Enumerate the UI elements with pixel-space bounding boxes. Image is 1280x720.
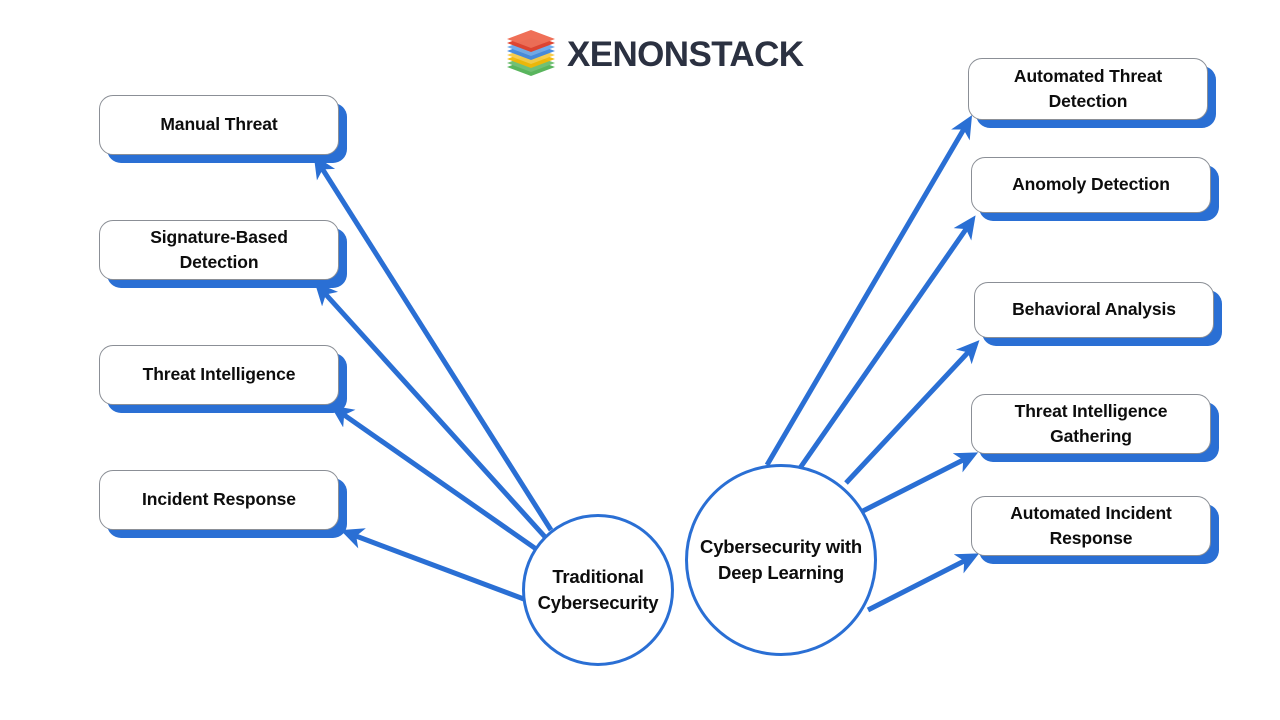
node-threat-intelligence[interactable]: Threat Intelligence xyxy=(99,345,339,405)
node-label-line1: Automated Threat xyxy=(1013,65,1163,86)
arrow-cybersecurity-deep-learning-to-anomoly-detection xyxy=(797,215,976,470)
node-label-line2: Detection xyxy=(179,252,259,272)
node-incident-response[interactable]: Incident Response xyxy=(99,470,339,530)
hub-label-line2: Deep Learning xyxy=(718,562,844,583)
node-label: Manual Threat xyxy=(150,112,287,137)
node-label-line1: Threat Intelligence xyxy=(142,364,296,385)
arrow-traditional-cybersecurity-to-incident-response xyxy=(340,528,546,610)
hub-label: Traditional Cybersecurity xyxy=(532,564,665,617)
node-signature-based-detection[interactable]: Signature-Based Detection xyxy=(99,220,339,280)
node-automated-threat-detection[interactable]: Automated Threat Detection xyxy=(968,58,1208,120)
hub-label-line1: Traditional xyxy=(552,565,644,587)
node-label-line2: Gathering xyxy=(1050,426,1132,446)
diagram-canvas: XENONSTACK Manual Threat Signature-Based… xyxy=(0,0,1280,720)
node-label-line1: Anomoly Detection xyxy=(1012,174,1170,195)
arrow-traditional-cybersecurity-to-threat-intelligence xyxy=(330,405,541,554)
arrow-cybersecurity-deep-learning-to-automated-threat-detection xyxy=(764,115,973,467)
node-label-line1: Threat Intelligence xyxy=(1014,400,1168,421)
arrow-cybersecurity-deep-learning-to-threat-intelligence-gathering xyxy=(853,452,979,518)
node-anomoly-detection[interactable]: Anomoly Detection xyxy=(971,157,1211,213)
node-label-line1: Manual Threat xyxy=(160,114,278,135)
brand-name: XENONSTACK xyxy=(567,34,804,74)
hub-label: Cybersecurity with Deep Learning xyxy=(694,534,868,587)
node-label: Threat Intelligence xyxy=(133,362,306,387)
node-label-line1: Behavioral Analysis xyxy=(1012,299,1176,320)
arrow-traditional-cybersecurity-to-signature-based xyxy=(314,282,548,540)
arrow-cybersecurity-deep-learning-to-behavioral-analysis xyxy=(844,340,980,485)
node-behavioral-analysis[interactable]: Behavioral Analysis xyxy=(974,282,1214,338)
node-label-line1: Incident Response xyxy=(142,489,296,510)
hub-label-line1: Cybersecurity with xyxy=(700,535,862,557)
node-label-line2: Response xyxy=(1049,528,1133,548)
node-label-line2: Detection xyxy=(1048,91,1128,111)
node-label: Anomoly Detection xyxy=(1002,172,1180,197)
node-label: Incident Response xyxy=(132,487,306,512)
node-label-line1: Automated Incident xyxy=(1010,502,1172,523)
arrow-cybersecurity-deep-learning-to-automated-incident-response xyxy=(866,553,980,613)
brand-logo: XENONSTACK xyxy=(505,28,804,80)
node-manual-threat[interactable]: Manual Threat xyxy=(99,95,339,155)
node-label: Behavioral Analysis xyxy=(1002,297,1186,322)
hub-cybersecurity-deep-learning[interactable]: Cybersecurity with Deep Learning xyxy=(685,464,877,656)
stacked-layers-icon xyxy=(505,28,557,80)
node-threat-intelligence-gathering[interactable]: Threat Intelligence Gathering xyxy=(971,394,1211,454)
hub-label-line2: Cybersecurity xyxy=(537,592,659,613)
node-label: Threat Intelligence Gathering xyxy=(1005,399,1178,450)
node-label: Signature-Based Detection xyxy=(140,225,298,276)
node-automated-incident-response[interactable]: Automated Incident Response xyxy=(971,496,1211,556)
node-label: Automated Threat Detection xyxy=(1004,64,1172,115)
node-label: Automated Incident Response xyxy=(1000,501,1182,552)
arrow-traditional-cybersecurity-to-manual-threat xyxy=(313,155,554,532)
node-label-line1: Signature-Based xyxy=(150,226,288,247)
hub-traditional-cybersecurity[interactable]: Traditional Cybersecurity xyxy=(522,514,674,666)
